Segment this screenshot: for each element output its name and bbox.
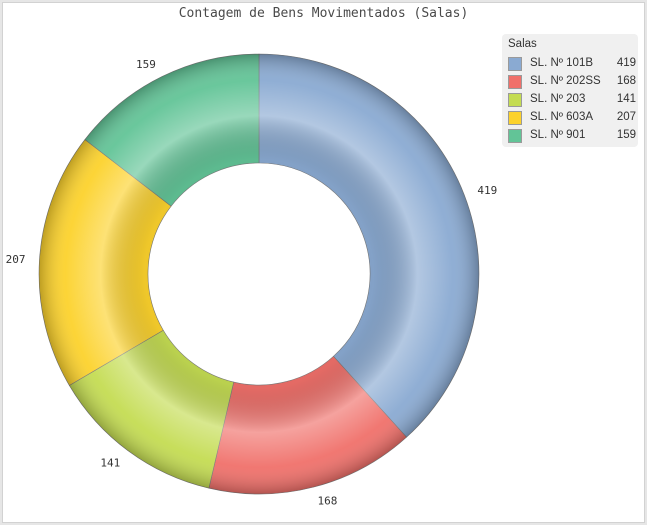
legend-value: 419 [616,57,636,69]
legend-swatch [508,129,522,143]
data-label-3: 141 [100,456,120,469]
legend-item-3[interactable]: SL. Nº 203 141 [508,92,636,108]
legend: Salas SL. Nº 101B 419 SL. Nº 202SS 168 SL. N… [502,34,638,147]
legend-value: 207 [616,111,636,123]
legend-item-1[interactable]: SL. Nº 101B 419 [508,56,636,72]
legend-swatch [508,75,522,89]
legend-value: 159 [616,129,636,141]
data-label-1: 419 [477,184,497,197]
legend-label: SL. Nº 101B [530,57,594,69]
legend-item-5[interactable]: SL. Nº 901 159 [508,128,636,144]
legend-label: SL. Nº 202SS [530,75,601,87]
legend-label: SL. Nº 603A [530,111,594,123]
legend-item-2[interactable]: SL. Nº 202SS 168 [508,74,636,90]
data-label-5: 159 [136,58,156,71]
legend-swatch [508,111,522,125]
legend-title: Salas [508,38,537,50]
legend-item-4[interactable]: SL. Nº 603A 207 [508,110,636,126]
legend-label: SL. Nº 901 [530,129,586,141]
legend-swatch [508,57,522,71]
legend-label: SL. Nº 203 [530,93,586,105]
data-label-4: 207 [6,253,26,266]
legend-swatch [508,93,522,107]
legend-value: 141 [616,93,636,105]
legend-value: 168 [616,75,636,87]
data-label-2: 168 [318,495,338,508]
